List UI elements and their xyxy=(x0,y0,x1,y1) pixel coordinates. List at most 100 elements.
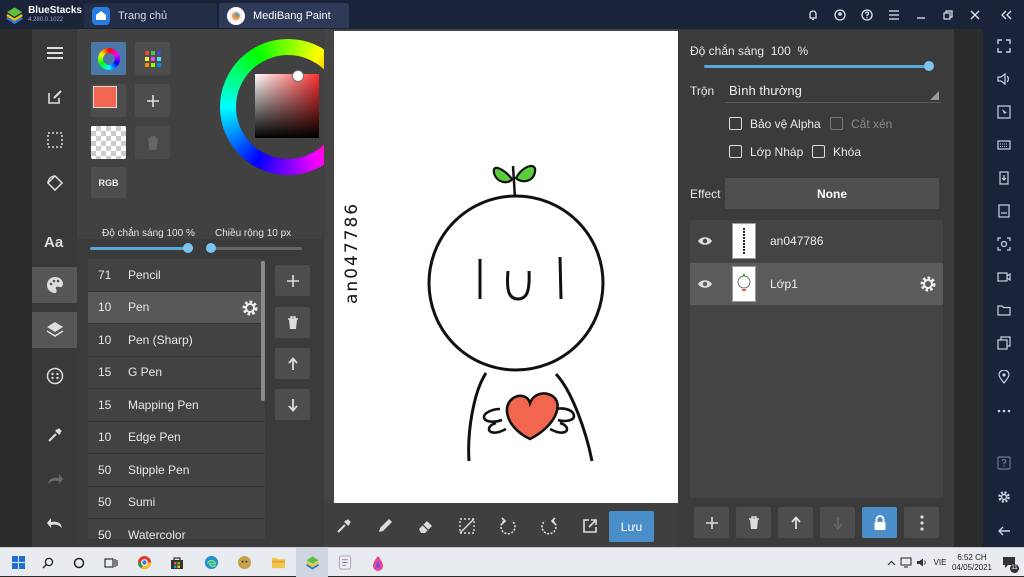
brush-item[interactable]: 50 Sumi xyxy=(88,486,265,519)
layer-opacity-thumb[interactable] xyxy=(924,61,934,71)
redo-icon[interactable] xyxy=(32,461,77,497)
undo-icon[interactable] xyxy=(32,505,77,541)
cortana-icon[interactable] xyxy=(63,548,95,577)
brush-item[interactable]: 71 Pencil xyxy=(88,259,265,292)
store-icon[interactable] xyxy=(161,548,193,577)
visibility-eye-icon[interactable] xyxy=(690,279,720,289)
share-icon[interactable] xyxy=(575,511,605,541)
taskbar-clock[interactable]: 6:52 CH 04/05/2021 xyxy=(950,553,994,572)
screenshot-icon[interactable] xyxy=(983,234,1024,254)
transparent-color-swatch[interactable] xyxy=(91,126,126,159)
app-icon-1[interactable] xyxy=(228,548,260,577)
restore-icon[interactable] xyxy=(934,0,961,29)
saturation-value-square[interactable] xyxy=(255,74,319,138)
close-icon[interactable] xyxy=(961,0,988,29)
blend-mode-select[interactable]: Bình thường xyxy=(725,79,941,103)
brush-width-slider[interactable] xyxy=(206,247,302,250)
edit-icon[interactable] xyxy=(32,79,77,115)
fullscreen-icon[interactable] xyxy=(983,36,1024,56)
collapse-sidebar-icon[interactable] xyxy=(988,0,1024,29)
install-apk-icon[interactable] xyxy=(983,168,1024,188)
layer-opacity-slider[interactable] xyxy=(704,65,929,68)
eyedropper-icon[interactable] xyxy=(32,417,77,453)
brush-opacity-thumb[interactable] xyxy=(183,243,193,253)
add-layer-button[interactable] xyxy=(694,507,729,538)
color-palette-icon[interactable] xyxy=(32,267,77,303)
app-icon-2[interactable] xyxy=(329,548,361,577)
rgb-mode-button[interactable]: RGB xyxy=(91,167,126,198)
speaker-icon[interactable] xyxy=(914,548,930,577)
lock-layer-button[interactable] xyxy=(862,507,897,538)
help-icon[interactable] xyxy=(853,0,880,29)
color-wheel-mode-button[interactable] xyxy=(91,42,126,75)
keyboard-icon[interactable] xyxy=(983,135,1024,155)
visibility-eye-icon[interactable] xyxy=(690,236,720,246)
drawing-canvas[interactable]: an047786 xyxy=(334,31,679,503)
account-icon[interactable] xyxy=(826,0,853,29)
network-icon[interactable] xyxy=(898,548,914,577)
foreground-color-swatch[interactable] xyxy=(91,84,126,117)
brush-item[interactable]: 10 Pen (Sharp) xyxy=(88,324,265,357)
effect-button[interactable]: None xyxy=(725,178,939,209)
search-icon[interactable] xyxy=(32,548,64,577)
brush-item[interactable]: 15 G Pen xyxy=(88,356,265,389)
language-indicator[interactable]: VIE xyxy=(930,558,950,567)
layers-icon[interactable] xyxy=(32,312,77,348)
brush-item[interactable]: 50 Stipple Pen xyxy=(88,454,265,487)
brush-item[interactable]: 15 Mapping Pen xyxy=(88,389,265,422)
minimize-icon[interactable] xyxy=(907,0,934,29)
pen-tool-icon[interactable] xyxy=(370,511,400,541)
file-explorer-icon[interactable] xyxy=(262,548,294,577)
layer-row[interactable]: an047786 xyxy=(690,220,943,262)
multi-instance-icon[interactable] xyxy=(983,333,1024,353)
bell-icon[interactable] xyxy=(799,0,826,29)
chrome-icon[interactable] xyxy=(128,548,160,577)
eyedropper-tool-icon[interactable] xyxy=(329,511,359,541)
lock-checkbox[interactable] xyxy=(812,145,825,158)
notification-center-icon[interactable]: 11 xyxy=(994,548,1024,577)
bluestacks-taskbar-icon[interactable] xyxy=(296,548,328,577)
transform-icon[interactable] xyxy=(32,165,77,201)
deselect-tool-icon[interactable] xyxy=(452,511,482,541)
brush-width-thumb[interactable] xyxy=(205,243,216,253)
cursor-icon[interactable] xyxy=(983,102,1024,122)
move-layer-down-button[interactable] xyxy=(820,507,855,538)
tab-medibang-paint[interactable]: MediBang Paint xyxy=(219,3,349,28)
add-color-button[interactable] xyxy=(135,84,170,117)
brush-list-scrollbar[interactable] xyxy=(261,261,265,401)
add-brush-button[interactable] xyxy=(275,265,310,296)
brush-item[interactable]: 10 Edge Pen xyxy=(88,421,265,454)
medibang-taskbar-icon[interactable] xyxy=(362,548,394,577)
delete-layer-button[interactable] xyxy=(736,507,771,538)
layer-settings-gear-icon[interactable] xyxy=(919,275,937,293)
move-brush-up-button[interactable] xyxy=(275,348,310,379)
edge-icon[interactable] xyxy=(195,548,227,577)
save-button[interactable]: Lưu xyxy=(609,511,654,542)
brush-settings-gear-icon[interactable] xyxy=(241,299,259,317)
rotate-left-icon[interactable] xyxy=(493,511,523,541)
sv-picker-knob[interactable] xyxy=(292,70,304,82)
more-icon[interactable] xyxy=(983,401,1024,421)
delete-brush-button[interactable] xyxy=(275,307,310,338)
location-icon[interactable] xyxy=(983,367,1024,387)
windows-start-icon[interactable] xyxy=(2,548,34,577)
layer-row-selected[interactable]: Lớp1 xyxy=(690,263,943,305)
task-view-icon[interactable] xyxy=(95,548,127,577)
delete-color-button[interactable] xyxy=(135,126,170,159)
hamburger-menu-icon[interactable] xyxy=(32,35,77,71)
eraser-tool-icon[interactable] xyxy=(411,511,441,541)
menu-icon[interactable] xyxy=(880,0,907,29)
brush-item[interactable]: 50 Watercolor xyxy=(88,519,265,539)
record-video-icon[interactable] xyxy=(983,267,1024,287)
settings-icon[interactable] xyxy=(983,487,1024,507)
back-icon[interactable] xyxy=(983,521,1024,541)
text-tool-icon[interactable]: Aa xyxy=(32,223,77,259)
tray-chevron-up-icon[interactable] xyxy=(884,548,898,577)
rotate-right-icon[interactable] xyxy=(534,511,564,541)
protect-alpha-checkbox[interactable] xyxy=(729,117,742,130)
move-layer-up-button[interactable] xyxy=(778,507,813,538)
tab-home[interactable]: Trang chủ xyxy=(84,3,217,28)
volume-icon[interactable] xyxy=(983,69,1024,89)
brush-item[interactable]: 10 Pen xyxy=(88,291,265,324)
folder-icon[interactable] xyxy=(983,300,1024,320)
